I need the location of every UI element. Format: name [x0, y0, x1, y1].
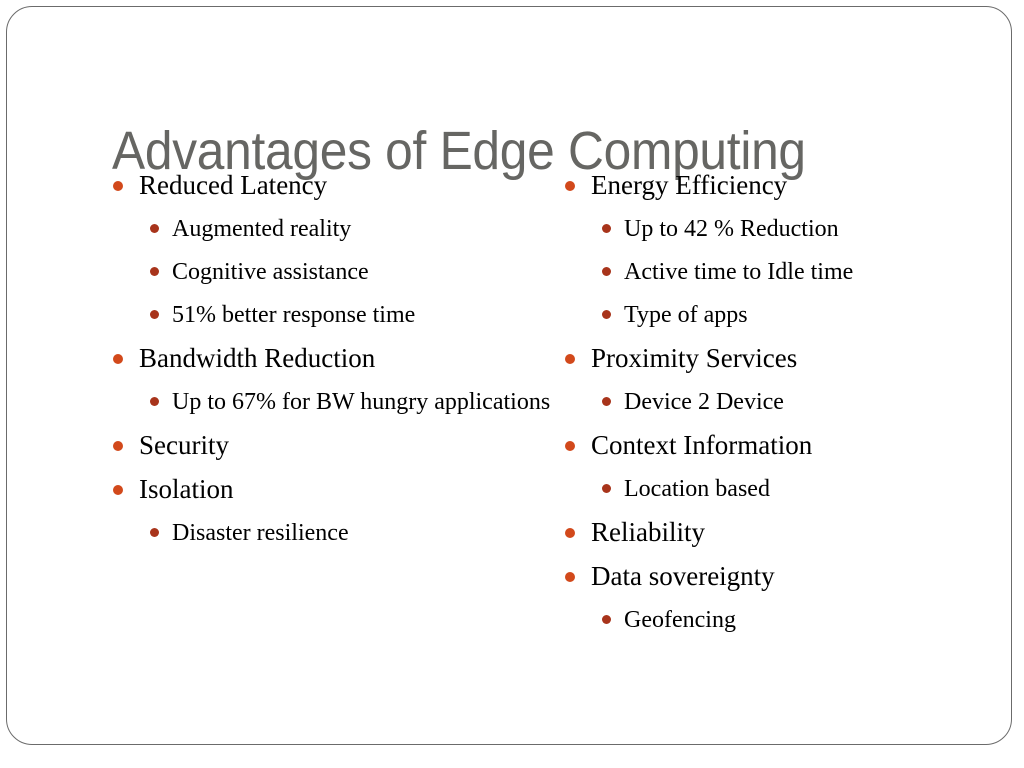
bullet-item-level2: Disaster resilience — [149, 512, 552, 555]
bullet-label: Data sovereignty — [591, 561, 775, 591]
bullet-item-level1: Proximity Services — [564, 337, 1004, 380]
bullet-item-level2: Type of apps — [601, 294, 1004, 337]
bullet-item-level1: Reduced Latency — [112, 164, 552, 207]
bullet-dot-icon — [602, 484, 611, 493]
bullet-dot-icon — [602, 267, 611, 276]
sub-bullet-list: Device 2 Device — [564, 381, 1004, 424]
slide-body: Reduced Latency Augmented reality Cognitiv… — [0, 164, 1024, 724]
bullet-item-level1: Bandwidth Reduction — [112, 337, 552, 380]
slide: Advantages of Edge Computing Reduced Lat… — [0, 0, 1024, 768]
bullet-column-right: Energy Efficiency Up to 42 % Reduction Act… — [564, 164, 1004, 642]
bullet-item-level1: Isolation — [112, 468, 552, 511]
bullet-dot-icon — [565, 528, 575, 538]
sub-bullet-label: Location based — [624, 476, 770, 502]
bullet-item-level2: Device 2 Device — [601, 381, 1004, 424]
bullet-dot-icon — [150, 267, 159, 276]
sub-bullet-label: Up to 42 % Reduction — [624, 216, 839, 242]
bullet-item-level2: Active time to Idle time — [601, 251, 1004, 294]
sub-bullet-list: Location based — [564, 468, 1004, 511]
bullet-item-level2: Geofencing — [601, 599, 1004, 642]
bullet-dot-icon — [602, 224, 611, 233]
sub-bullet-label: Active time to Idle time — [624, 259, 854, 285]
bullet-item-level1: Security — [112, 424, 552, 467]
bullet-label: Security — [139, 430, 229, 460]
bullet-label: Reliability — [591, 517, 705, 547]
bullet-dot-icon — [113, 181, 123, 191]
bullet-dot-icon — [565, 181, 575, 191]
sub-bullet-list: Disaster resilience — [112, 512, 552, 555]
bullet-label: Context Information — [591, 430, 813, 460]
sub-bullet-label: Device 2 Device — [624, 389, 784, 415]
bullet-item-level1: Context Information — [564, 424, 1004, 467]
bullet-item-level1: Energy Efficiency — [564, 164, 1004, 207]
bullet-item-level2: Up to 67% for BW hungry applications — [149, 381, 552, 424]
bullet-dot-icon — [565, 572, 575, 582]
bullet-label: Energy Efficiency — [591, 170, 788, 200]
bullet-item-level2: Cognitive assistance — [149, 251, 552, 294]
bullet-item-level2: Up to 42 % Reduction — [601, 208, 1004, 251]
bullet-list-right: Energy Efficiency Up to 42 % Reduction Act… — [564, 164, 1004, 642]
sub-bullet-label: Up to 67% for BW hungry applications — [172, 389, 551, 415]
bullet-item-level2: 51% better response time — [149, 294, 552, 337]
bullet-item-level2: Location based — [601, 468, 1004, 511]
bullet-dot-icon — [150, 310, 159, 319]
bullet-dot-icon — [565, 354, 575, 364]
sub-bullet-label: Type of apps — [624, 302, 748, 328]
bullet-dot-icon — [565, 441, 575, 451]
bullet-column-left: Reduced Latency Augmented reality Cognitiv… — [112, 164, 552, 555]
bullet-dot-icon — [602, 310, 611, 319]
bullet-label: Bandwidth Reduction — [139, 343, 376, 373]
bullet-item-level1: Data sovereignty — [564, 555, 1004, 598]
bullet-dot-icon — [150, 528, 159, 537]
sub-bullet-list: Up to 42 % Reduction Active time to Idle … — [564, 208, 1004, 337]
sub-bullet-label: Disaster resilience — [172, 520, 349, 546]
sub-bullet-label: 51% better response time — [172, 302, 416, 328]
bullet-label: Proximity Services — [591, 343, 798, 373]
bullet-dot-icon — [113, 354, 123, 364]
sub-bullet-label: Cognitive assistance — [172, 259, 369, 285]
sub-bullet-label: Geofencing — [624, 607, 736, 633]
bullet-list-left: Reduced Latency Augmented reality Cognitiv… — [112, 164, 552, 555]
bullet-item-level1: Reliability — [564, 511, 1004, 554]
bullet-dot-icon — [113, 441, 123, 451]
bullet-dot-icon — [602, 397, 611, 406]
bullet-label: Isolation — [139, 474, 234, 504]
bullet-label: Reduced Latency — [139, 170, 328, 200]
bullet-item-level2: Augmented reality — [149, 208, 552, 251]
sub-bullet-list: Up to 67% for BW hungry applications — [112, 381, 552, 424]
bullet-dot-icon — [150, 224, 159, 233]
bullet-dot-icon — [113, 485, 123, 495]
sub-bullet-list: Augmented reality Cognitive assistance 51%… — [112, 208, 552, 337]
bullet-dot-icon — [150, 397, 159, 406]
bullet-dot-icon — [602, 615, 611, 624]
sub-bullet-list: Geofencing — [564, 599, 1004, 642]
sub-bullet-label: Augmented reality — [172, 216, 352, 242]
